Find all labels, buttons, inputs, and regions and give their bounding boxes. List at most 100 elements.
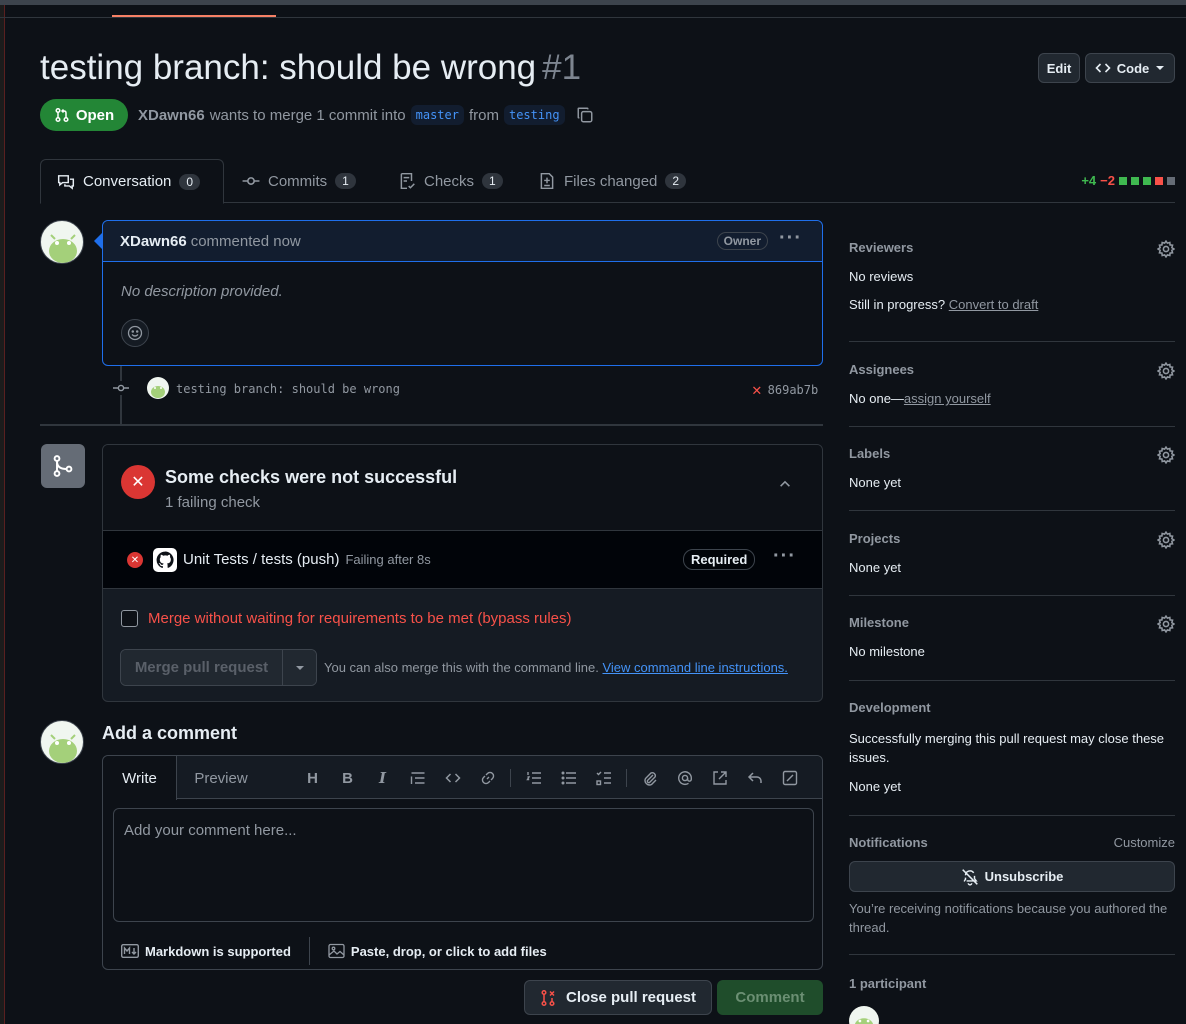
merge-text: wants to merge 1 commit into bbox=[209, 106, 406, 124]
check-item[interactable]: ✕ Unit Tests / tests (push) Failing after… bbox=[103, 531, 822, 589]
gear-icon[interactable] bbox=[1157, 446, 1175, 464]
gear-icon[interactable] bbox=[1157, 362, 1175, 380]
code-button[interactable]: Code bbox=[1085, 53, 1175, 83]
comment-textarea[interactable]: Add your comment here... bbox=[113, 808, 814, 922]
merge-button-group: Merge pull request bbox=[120, 649, 317, 686]
add-reaction-button[interactable] bbox=[121, 319, 149, 347]
markdown-supported-link[interactable]: Markdown is supported bbox=[121, 944, 291, 959]
close-pull-request-button[interactable]: Close pull request bbox=[524, 980, 712, 1015]
required-badge: Required bbox=[683, 549, 756, 570]
kebab-menu-icon[interactable]: ··· bbox=[773, 545, 796, 568]
commit-message[interactable]: testing branch: should be wrong bbox=[176, 382, 400, 396]
heading-icon[interactable]: H bbox=[295, 767, 330, 789]
tab-files-changed[interactable]: Files changed 2 bbox=[522, 159, 702, 203]
avatar[interactable] bbox=[40, 220, 84, 264]
footer-divider bbox=[308, 937, 310, 965]
sidebar-divider bbox=[849, 510, 1175, 511]
unordered-list-icon[interactable] bbox=[551, 767, 586, 789]
caret-down-icon bbox=[1156, 66, 1165, 70]
reference-icon[interactable] bbox=[702, 767, 737, 789]
participant-avatar[interactable] bbox=[849, 1006, 879, 1024]
head-branch[interactable]: testing bbox=[503, 105, 565, 125]
pr-author-link[interactable]: XDawn66 bbox=[138, 107, 205, 124]
commit-avatar[interactable] bbox=[147, 377, 169, 399]
merge-pull-request-button[interactable]: Merge pull request bbox=[121, 650, 283, 685]
unsubscribe-button[interactable]: Unsubscribe bbox=[849, 861, 1175, 892]
github-logo-icon bbox=[153, 548, 177, 572]
link-icon[interactable] bbox=[470, 767, 505, 789]
reply-icon[interactable] bbox=[737, 767, 772, 789]
gear-icon[interactable] bbox=[1157, 531, 1175, 549]
git-pull-request-closed-icon bbox=[541, 989, 555, 1006]
assign-yourself-link[interactable]: assign yourself bbox=[904, 391, 991, 406]
comment-author[interactable]: XDawn66 bbox=[120, 233, 187, 250]
avatar[interactable] bbox=[40, 720, 84, 764]
fullscreen-edit-icon[interactable] bbox=[772, 767, 807, 789]
quote-icon[interactable] bbox=[400, 767, 435, 789]
sidebar-divider bbox=[849, 426, 1175, 427]
header-divider bbox=[0, 17, 1186, 18]
sidebar-development: Development Successfully merging this pu… bbox=[849, 700, 1175, 794]
sidebar-notifications: Notifications Customize bbox=[849, 835, 1175, 850]
gear-icon[interactable] bbox=[1157, 615, 1175, 633]
labels-heading[interactable]: Labels bbox=[849, 446, 1175, 461]
editor-footer: Markdown is supported Paste, drop, or cl… bbox=[121, 937, 547, 965]
sidebar-divider bbox=[849, 815, 1175, 816]
tab-conversation[interactable]: Conversation 0 bbox=[40, 159, 224, 204]
command-line-instructions-link[interactable]: View command line instructions. bbox=[602, 660, 787, 675]
tab-preview[interactable]: Preview bbox=[183, 756, 259, 800]
development-text: Successfully merging this pull request m… bbox=[849, 731, 1165, 765]
tab-commits-label: Commits bbox=[268, 172, 328, 190]
attach-files-button[interactable]: Paste, drop, or click to add files bbox=[328, 943, 547, 959]
markdown-icon bbox=[121, 944, 139, 958]
base-branch[interactable]: master bbox=[410, 105, 464, 125]
bypass-option[interactable]: Merge without waiting for requirements t… bbox=[121, 610, 572, 627]
attach-files-label: Paste, drop, or click to add files bbox=[350, 943, 547, 959]
comment-editor: Write Preview H B I Add your comment her… bbox=[102, 755, 823, 970]
reviewers-heading[interactable]: Reviewers bbox=[849, 240, 1175, 255]
milestone-heading[interactable]: Milestone bbox=[849, 615, 1175, 630]
tab-commits[interactable]: Commits 1 bbox=[226, 159, 372, 203]
pr-tabs: Conversation 0 Commits 1 Checks 1 Files … bbox=[40, 159, 1175, 204]
check-name[interactable]: Unit Tests / tests (push) Failing after 8… bbox=[183, 551, 431, 568]
gear-icon[interactable] bbox=[1157, 240, 1175, 258]
pr-state-label: Open bbox=[75, 106, 115, 124]
sidebar-labels: Labels None yet bbox=[849, 446, 1175, 490]
file-diff-icon bbox=[540, 172, 554, 190]
ordered-list-icon[interactable] bbox=[516, 767, 551, 789]
convert-to-draft-link[interactable]: Convert to draft bbox=[949, 297, 1039, 312]
copy-icon[interactable] bbox=[576, 106, 594, 124]
smiley-icon bbox=[127, 325, 143, 341]
x-circle-icon: ✕ bbox=[127, 552, 143, 568]
unsubscribe-label: Unsubscribe bbox=[984, 869, 1064, 884]
code-icon[interactable] bbox=[435, 767, 470, 789]
tab-write[interactable]: Write bbox=[103, 756, 177, 800]
merge-method-dropdown[interactable] bbox=[283, 650, 316, 685]
paperclip-icon[interactable] bbox=[632, 767, 667, 789]
chevron-up-icon[interactable] bbox=[778, 477, 792, 491]
mention-icon[interactable] bbox=[667, 767, 702, 789]
close-pull-request-label: Close pull request bbox=[565, 989, 697, 1006]
edit-button[interactable]: Edit bbox=[1038, 53, 1080, 83]
comment-timestamp[interactable]: commented now bbox=[191, 233, 301, 250]
commit-sha[interactable]: 869ab7b bbox=[768, 383, 819, 397]
pr-merge-info: XDawn66 wants to merge 1 commit into mas… bbox=[138, 105, 594, 125]
x-icon[interactable]: ✕ bbox=[752, 380, 762, 399]
bypass-label[interactable]: Merge without waiting for requirements t… bbox=[148, 610, 572, 627]
assignees-heading[interactable]: Assignees bbox=[849, 362, 1175, 377]
projects-heading[interactable]: Projects bbox=[849, 531, 1175, 546]
window-edge bbox=[0, 0, 5, 1024]
bold-icon[interactable]: B bbox=[330, 767, 365, 789]
android-avatar-icon bbox=[49, 734, 77, 763]
italic-icon[interactable]: I bbox=[365, 767, 400, 789]
bypass-checkbox[interactable] bbox=[121, 610, 138, 627]
comment-button[interactable]: Comment bbox=[717, 980, 823, 1015]
task-list-icon[interactable] bbox=[586, 767, 621, 789]
timeline-line bbox=[120, 366, 122, 424]
kebab-menu-icon[interactable]: ··· bbox=[779, 227, 802, 250]
customize-link[interactable]: Customize bbox=[1114, 835, 1175, 850]
assignees-value: No one—assign yourself bbox=[849, 391, 1175, 406]
checks-summary[interactable]: ✕ Some checks were not successful 1 fail… bbox=[103, 445, 822, 531]
tab-checks[interactable]: Checks 1 bbox=[382, 159, 519, 203]
merge-box: ✕ Some checks were not successful 1 fail… bbox=[102, 444, 823, 702]
